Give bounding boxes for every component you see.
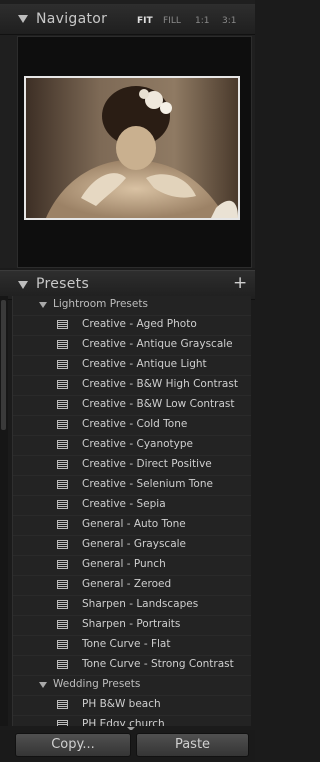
preset-label: Creative - Sepia [82,498,166,510]
preset-label: Sharpen - Landscapes [82,598,199,610]
preset-item[interactable]: Creative - Cyanotype [13,436,251,456]
navigator-preview-image[interactable] [24,76,240,220]
preset-label: Creative - Cyanotype [82,438,193,450]
preset-label: General - Auto Tone [82,518,186,530]
preset-label: Creative - B&W High Contrast [82,378,238,390]
preset-label: Creative - Cold Tone [82,418,188,430]
preset-icon [57,600,68,609]
preset-item[interactable]: Creative - Cold Tone [13,416,251,436]
preset-item[interactable]: Creative - Sepia [13,496,251,516]
preset-icon [57,400,68,409]
preset-item[interactable]: General - Auto Tone [13,516,251,536]
preset-item[interactable]: PH B&W beach [13,696,251,716]
preset-label: Creative - Antique Grayscale [82,338,233,350]
folder-triangle-icon[interactable] [39,682,47,688]
copy-button[interactable]: Copy... [15,733,131,757]
navigator-title: Navigator [36,11,108,27]
presets-list[interactable]: Lightroom Presets Creative - Aged Photo … [12,296,251,726]
collapse-triangle-icon[interactable] [18,15,28,23]
preset-icon [57,380,68,389]
preset-item[interactable]: Tone Curve - Flat [13,636,251,656]
preset-icon [57,540,68,549]
folder-label: Wedding Presets [53,678,141,690]
preset-folder-wedding[interactable]: Wedding Presets [13,676,251,696]
preset-item[interactable]: Sharpen - Landscapes [13,596,251,616]
preset-icon [57,460,68,469]
navigator-header[interactable]: Navigator FIT FILL 1:1 3:1 [0,4,255,35]
preset-icon [57,340,68,349]
preset-icon [57,640,68,649]
zoom-fit[interactable]: FIT [137,16,153,26]
zoom-3-1[interactable]: 3:1 [222,16,236,26]
preset-item[interactable]: Sharpen - Portraits [13,616,251,636]
preset-label: Tone Curve - Strong Contrast [82,658,234,670]
preset-label: PH B&W beach [82,698,161,710]
preset-item[interactable]: General - Punch [13,556,251,576]
preset-item[interactable]: Creative - B&W Low Contrast [13,396,251,416]
preset-icon [57,360,68,369]
preset-item[interactable]: PH Edgy church [13,716,251,726]
collapse-triangle-icon[interactable] [18,281,28,289]
preset-icon [57,660,68,669]
preset-item[interactable]: Tone Curve - Strong Contrast [13,656,251,676]
navigator-panel: Navigator FIT FILL 1:1 3:1 [0,0,255,268]
zoom-1-1[interactable]: 1:1 [195,16,209,26]
preset-label: General - Grayscale [82,538,187,550]
preset-label: Tone Curve - Flat [82,638,171,650]
preset-item[interactable]: Creative - Antique Grayscale [13,336,251,356]
paste-button[interactable]: Paste [136,733,249,757]
preset-icon [57,500,68,509]
preset-icon [57,700,68,709]
preset-item[interactable]: Creative - Antique Light [13,356,251,376]
side-scroll-thumb[interactable] [1,300,6,430]
add-preset-icon[interactable]: + [233,273,247,293]
preset-item[interactable]: Creative - Selenium Tone [13,476,251,496]
preset-item[interactable]: General - Grayscale [13,536,251,556]
preset-icon [57,620,68,629]
preset-icon [57,580,68,589]
folder-label: Lightroom Presets [53,298,148,310]
folder-triangle-icon[interactable] [39,302,47,308]
preset-icon [57,440,68,449]
preset-item[interactable]: Creative - B&W High Contrast [13,376,251,396]
preset-icon [57,320,68,329]
preset-label: Creative - B&W Low Contrast [82,398,235,410]
preset-label: General - Zeroed [82,578,172,590]
preset-label: General - Punch [82,558,166,570]
presets-title: Presets [36,276,90,292]
preset-icon [57,520,68,529]
preset-label: Creative - Aged Photo [82,318,197,330]
preset-label: Creative - Selenium Tone [82,478,213,490]
preset-item[interactable]: General - Zeroed [13,576,251,596]
preset-folder-lightroom[interactable]: Lightroom Presets [13,296,251,316]
preset-item[interactable]: Creative - Aged Photo [13,316,251,336]
preset-icon [57,480,68,489]
preset-label: PH Edgy church [82,718,165,726]
zoom-fill[interactable]: FILL [163,16,181,26]
preset-label: Creative - Direct Positive [82,458,212,470]
preset-label: Sharpen - Portraits [82,618,181,630]
preset-icon [57,420,68,429]
preset-icon [57,560,68,569]
preset-icon [57,720,68,726]
preset-item[interactable]: Creative - Direct Positive [13,456,251,476]
preset-label: Creative - Antique Light [82,358,207,370]
